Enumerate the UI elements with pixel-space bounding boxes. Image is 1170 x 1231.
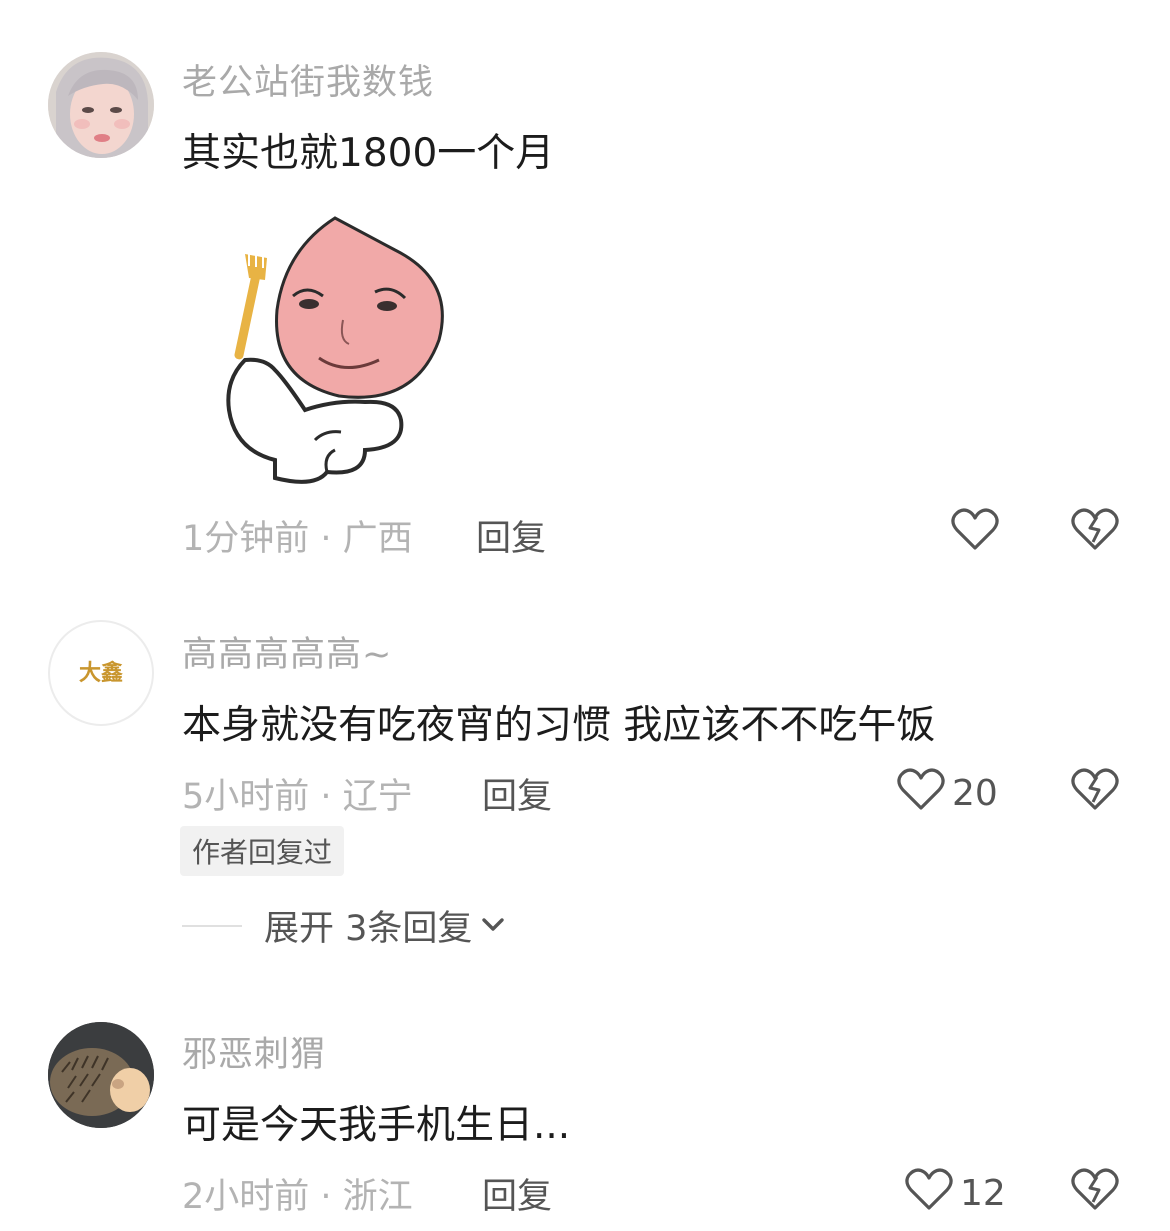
like-button[interactable] bbox=[950, 506, 1000, 561]
comment-item: 老公站街我数钱 其实也就1800一个月 1分钟前 · 广西 回复 bbox=[0, 0, 1170, 580]
dislike-button[interactable] bbox=[1070, 1166, 1120, 1216]
comment-text: 其实也就1800一个月 bbox=[182, 131, 555, 176]
avatar[interactable] bbox=[48, 1022, 154, 1128]
avatar[interactable] bbox=[48, 52, 154, 158]
dislike-button[interactable] bbox=[1070, 766, 1120, 816]
username[interactable]: 老公站街我数钱 bbox=[182, 54, 434, 105]
comment-meta: 2小时前 · 浙江 bbox=[182, 1177, 413, 1217]
dislike-button[interactable] bbox=[1070, 506, 1120, 556]
expand-replies-label: 展开 3条回复 bbox=[264, 909, 473, 949]
expand-replies-button[interactable]: 展开 3条回复 bbox=[182, 900, 506, 951]
reply-button[interactable]: 回复 bbox=[482, 1168, 552, 1219]
like-count: 20 bbox=[952, 773, 998, 814]
avatar-logo-text: 大鑫 bbox=[78, 660, 123, 686]
avatar[interactable]: 大鑫 bbox=[48, 620, 154, 726]
divider-line bbox=[182, 924, 242, 927]
reply-button[interactable]: 回复 bbox=[476, 510, 546, 561]
comment-meta: 5小时前 · 辽宁 bbox=[182, 777, 413, 817]
like-button[interactable]: 20 bbox=[896, 766, 998, 821]
comment-text: 可是今天我手机生日... bbox=[182, 1103, 571, 1148]
heart-outline-icon bbox=[904, 1166, 954, 1221]
like-count: 12 bbox=[960, 1173, 1006, 1214]
author-replied-badge: 作者回复过 bbox=[180, 826, 345, 876]
comment-meta: 1分钟前 · 广西 bbox=[182, 519, 413, 559]
broken-heart-icon bbox=[1070, 768, 1120, 816]
peach-sticker[interactable] bbox=[215, 210, 455, 490]
like-button[interactable]: 12 bbox=[904, 1166, 1006, 1221]
heart-outline-icon bbox=[950, 506, 1000, 561]
comment-item: 邪恶刺猬 可是今天我手机生日... 2小时前 · 浙江 回复 12 bbox=[0, 1000, 1170, 1231]
comment-text: 本身就没有吃夜宵的习惯 我应该不不吃午饭 bbox=[182, 703, 936, 748]
broken-heart-icon bbox=[1070, 508, 1120, 556]
username[interactable]: 高高高高高~ bbox=[182, 626, 392, 677]
heart-outline-icon bbox=[896, 766, 946, 821]
reply-button[interactable]: 回复 bbox=[482, 768, 552, 819]
username[interactable]: 邪恶刺猬 bbox=[182, 1026, 326, 1077]
broken-heart-icon bbox=[1070, 1168, 1120, 1216]
chevron-down-icon bbox=[480, 914, 506, 938]
comment-item: 大鑫 高高高高高~ 本身就没有吃夜宵的习惯 我应该不不吃午饭 5小时前 · 辽宁… bbox=[0, 600, 1170, 990]
